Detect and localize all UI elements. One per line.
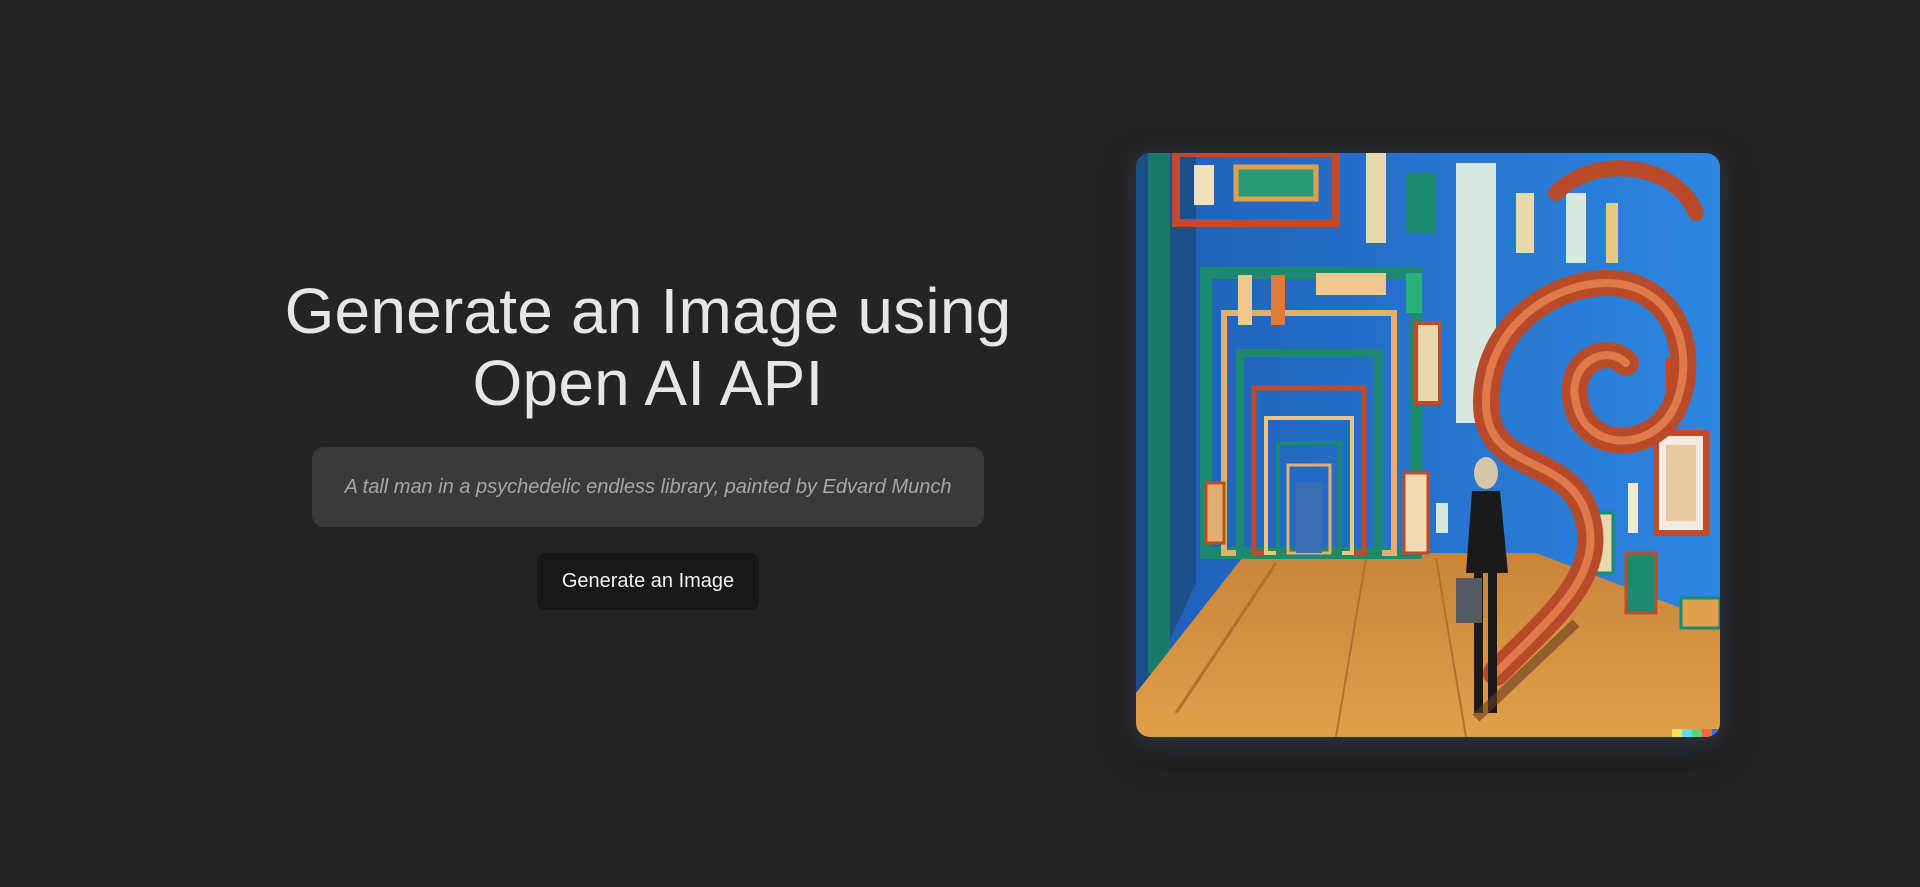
generated-image — [1136, 153, 1720, 737]
page: Generate an Image using Open AI API Gene… — [0, 0, 1920, 887]
page-title-line-2: Open AI API — [472, 347, 824, 419]
generated-image-artwork — [1136, 153, 1720, 737]
prompt-input[interactable] — [312, 447, 984, 527]
generate-image-button[interactable]: Generate an Image — [537, 553, 759, 610]
generator-panel: Generate an Image using Open AI API Gene… — [270, 275, 1026, 610]
page-title: Generate an Image using Open AI API — [285, 275, 1012, 419]
page-title-line-1: Generate an Image using — [284, 275, 1012, 347]
